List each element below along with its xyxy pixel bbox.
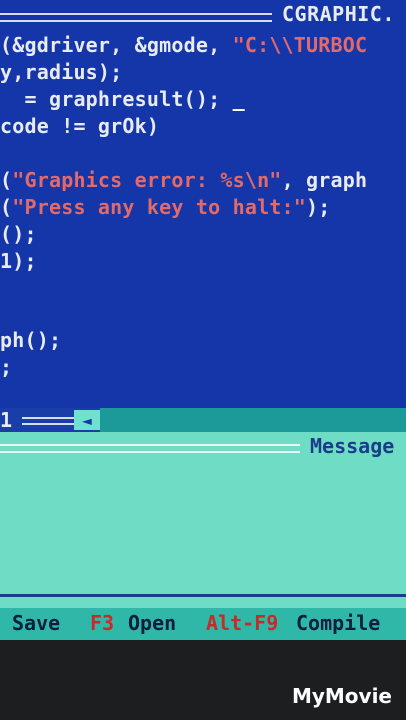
turbo-c-ide-screen: CGRAPHIC. (&gdriver, &gmode, "C:\\TURBOC…: [0, 0, 406, 720]
watermark-logo: MyMovie: [291, 684, 392, 708]
code-line-1[interactable]: (&gdriver, &gmode, "C:\\TURBOC: [0, 33, 367, 57]
code-line-3[interactable]: = graphresult(); _: [0, 87, 245, 111]
code-line-4[interactable]: code != grOk): [0, 114, 159, 138]
status-bar: Save F3 Open Alt-F9 Compile: [0, 608, 406, 640]
status-key-alt-f9[interactable]: Alt-F9: [206, 611, 278, 635]
scroll-left-arrow-icon[interactable]: ◄: [74, 410, 100, 430]
code-line-12[interactable]: ph();: [0, 328, 61, 352]
code-line-7[interactable]: ("Press any key to halt:");: [0, 195, 331, 219]
separator-border: [22, 417, 74, 425]
editor-filename: CGRAPHIC.: [282, 2, 395, 26]
status-save[interactable]: Save: [12, 611, 60, 635]
window-number: 1: [0, 408, 13, 432]
code-editor-window[interactable]: CGRAPHIC. (&gdriver, &gmode, "C:\\TURBOC…: [0, 0, 406, 408]
screen-bezel: [0, 640, 406, 720]
editor-title-border: [0, 13, 272, 22]
status-key-f3[interactable]: F3: [90, 611, 114, 635]
code-line-6[interactable]: ("Graphics error: %s\n", graph: [0, 168, 367, 192]
status-open[interactable]: Open: [128, 611, 176, 635]
horizontal-scrollbar[interactable]: [100, 408, 406, 432]
message-window-bottom-border: [0, 594, 406, 597]
text-cursor: _: [232, 87, 245, 111]
code-line-2[interactable]: y,radius);: [0, 60, 122, 84]
code-line-8[interactable]: ();: [0, 222, 37, 246]
code-line-9[interactable]: 1);: [0, 249, 37, 273]
message-window-title: Message: [310, 434, 395, 458]
message-title-border: [0, 444, 300, 453]
status-compile[interactable]: Compile: [296, 611, 380, 635]
message-window[interactable]: Message: [0, 432, 406, 608]
code-line-13[interactable]: ;: [0, 355, 12, 379]
